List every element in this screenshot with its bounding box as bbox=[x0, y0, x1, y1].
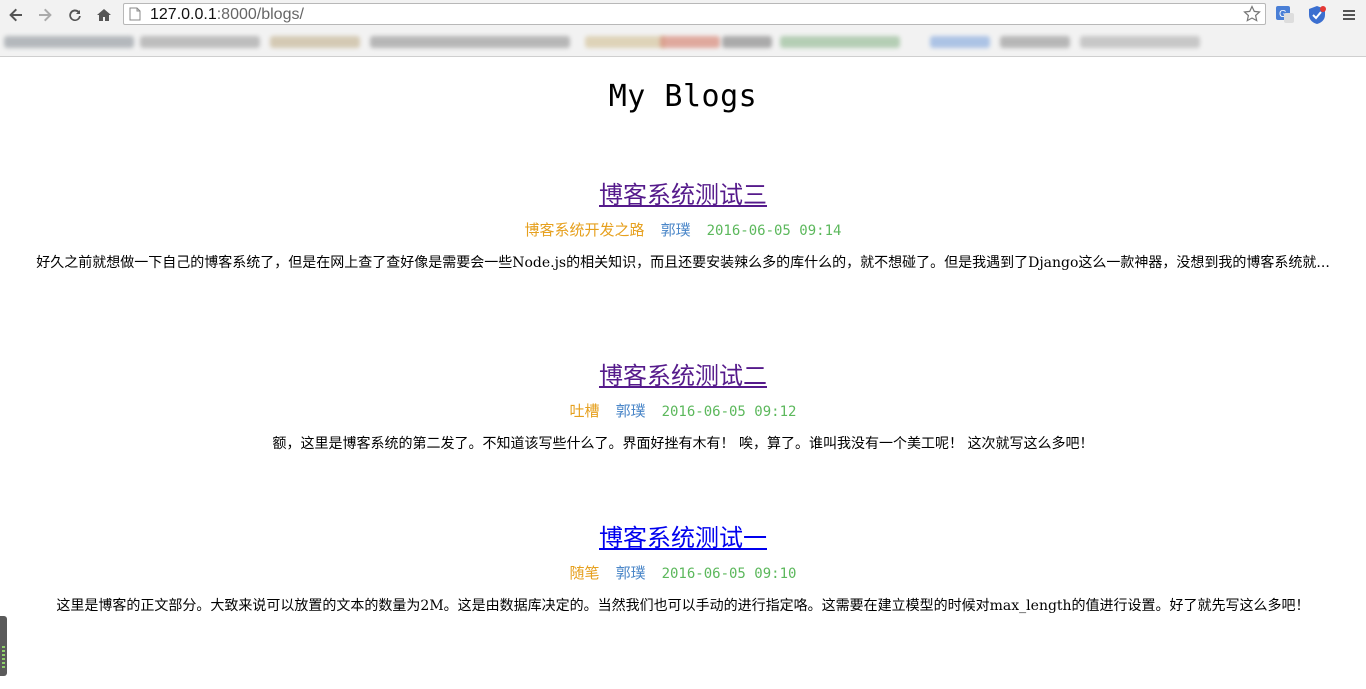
page-content: My Blogs 博客系统测试三 博客系统开发之路 郭璞 2016-06-05 09… bbox=[0, 57, 1366, 689]
url-text: 127.0.0.1:8000/blogs/ bbox=[150, 5, 304, 24]
side-meter-widget[interactable] bbox=[0, 616, 7, 676]
bookmark-item[interactable] bbox=[370, 36, 570, 48]
url-host: 127.0.0.1 bbox=[150, 6, 217, 23]
post-date: 2016-06-05 09:12 bbox=[661, 404, 797, 420]
page-title: My Blogs bbox=[608, 79, 758, 114]
post-title-link[interactable]: 博客系统测试二 bbox=[599, 356, 767, 391]
post-meta: 随笔 郭璞 2016-06-05 09:10 bbox=[0, 563, 1366, 584]
menu-icon[interactable] bbox=[1338, 4, 1360, 26]
bookmark-item[interactable] bbox=[4, 36, 134, 48]
reload-icon bbox=[69, 9, 81, 22]
post-date: 2016-06-05 09:10 bbox=[661, 566, 797, 582]
post-category[interactable]: 博客系统开发之路 bbox=[525, 221, 645, 239]
back-button[interactable] bbox=[5, 4, 27, 26]
bookmark-item[interactable] bbox=[660, 36, 720, 48]
home-button[interactable] bbox=[93, 4, 115, 26]
bookmark-item[interactable] bbox=[1000, 36, 1070, 48]
post-author: 郭璞 bbox=[615, 402, 646, 420]
forward-arrow-icon bbox=[39, 8, 52, 22]
blog-post: 博客系统测试三 博客系统开发之路 郭璞 2016-06-05 09:14 好久之前就… bbox=[0, 175, 1366, 272]
bookmark-item[interactable] bbox=[722, 36, 772, 48]
translate-extension-icon[interactable]: G bbox=[1274, 4, 1296, 26]
bookmark-star-icon[interactable] bbox=[1243, 5, 1261, 23]
bookmark-item[interactable] bbox=[140, 36, 260, 48]
post-excerpt: 这里是博客的正文部分。大致来说可以放置的文本的数量为2M。这是由数据库决定的。当… bbox=[56, 598, 1310, 614]
bookmarks-bar bbox=[0, 30, 1366, 57]
post-title-link[interactable]: 博客系统测试一 bbox=[599, 518, 767, 553]
shield-extension-icon[interactable] bbox=[1306, 4, 1328, 26]
post-meta: 博客系统开发之路 郭璞 2016-06-05 09:14 bbox=[0, 220, 1366, 241]
post-title-link[interactable]: 博客系统测试三 bbox=[599, 175, 767, 210]
post-meta: 吐槽 郭璞 2016-06-05 09:12 bbox=[0, 401, 1366, 422]
post-excerpt: 额，这里是博客系统的第二发了。不知道该写些什么了。界面好挫有木有！ 唉，算了。谁… bbox=[272, 436, 1094, 452]
bookmark-item[interactable] bbox=[1080, 36, 1200, 48]
blog-post: 博客系统测试二 吐槽 郭璞 2016-06-05 09:12 额，这里是博客系统的第… bbox=[0, 356, 1366, 453]
url-path: :8000/blogs/ bbox=[216, 6, 304, 23]
bookmark-item[interactable] bbox=[585, 36, 665, 48]
forward-button[interactable] bbox=[34, 4, 56, 26]
page-icon bbox=[129, 7, 141, 21]
post-author: 郭璞 bbox=[660, 221, 691, 239]
bookmark-item[interactable] bbox=[270, 36, 360, 48]
post-excerpt: 好久之前就想做一下自己的博客系统了，但是在网上查了查好像是需要会一些Node.j… bbox=[36, 255, 1330, 271]
post-author: 郭璞 bbox=[615, 564, 646, 582]
browser-toolbar: 127.0.0.1:8000/blogs/ G bbox=[0, 0, 1366, 30]
home-icon bbox=[97, 9, 111, 21]
post-date: 2016-06-05 09:14 bbox=[706, 223, 842, 239]
bookmark-item[interactable] bbox=[780, 36, 900, 48]
reload-button[interactable] bbox=[64, 4, 86, 26]
back-arrow-icon bbox=[9, 8, 22, 22]
address-bar[interactable]: 127.0.0.1:8000/blogs/ bbox=[123, 3, 1266, 25]
bookmark-item[interactable] bbox=[930, 36, 990, 48]
blog-post: 博客系统测试一 随笔 郭璞 2016-06-05 09:10 这里是博客的正文部分。… bbox=[0, 518, 1366, 615]
post-category[interactable]: 吐槽 bbox=[570, 402, 600, 420]
post-category[interactable]: 随笔 bbox=[570, 564, 600, 582]
